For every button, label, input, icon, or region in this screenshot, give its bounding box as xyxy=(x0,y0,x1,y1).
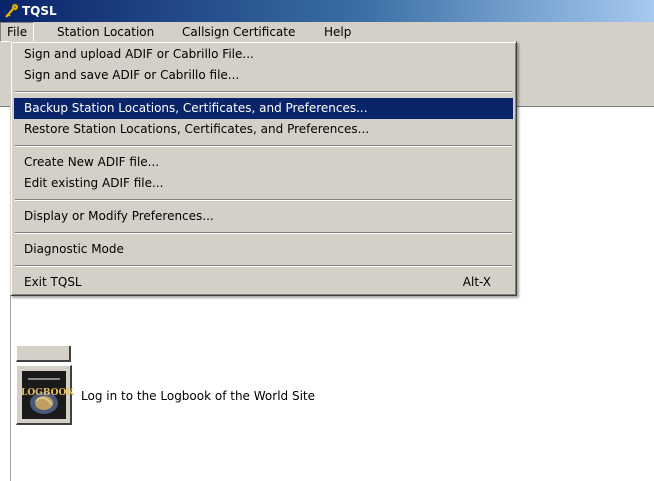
lotw-login-label: Log in to the Logbook of the World Site xyxy=(81,389,315,403)
menu-help[interactable]: Help xyxy=(318,22,357,42)
menu-item-restore[interactable]: Restore Station Locations, Certificates,… xyxy=(14,119,513,140)
menu-separator xyxy=(15,232,512,234)
logbook-logo-text: LOGBOOK xyxy=(21,388,75,398)
lotw-login-button[interactable]: LOGBOOK xyxy=(16,365,75,425)
menu-separator xyxy=(15,91,512,93)
menu-bar: File Station Location Callsign Certifica… xyxy=(0,22,654,42)
menu-item-edit-adif[interactable]: Edit existing ADIF file... xyxy=(14,173,513,194)
menu-item-sign-save[interactable]: Sign and save ADIF or Cabrillo file... xyxy=(14,65,513,86)
menu-separator xyxy=(15,199,512,201)
menu-separator xyxy=(15,145,512,147)
menu-item-exit-shortcut: Alt-X xyxy=(462,275,491,289)
menu-item-backup[interactable]: Backup Station Locations, Certificates, … xyxy=(14,98,513,119)
menu-item-preferences[interactable]: Display or Modify Preferences... xyxy=(14,206,513,227)
file-menu-dropdown: Sign and upload ADIF or Cabrillo File...… xyxy=(10,41,517,296)
action-button-partial[interactable] xyxy=(16,346,71,362)
key-icon xyxy=(5,3,19,18)
window-title: TQSL xyxy=(22,4,57,18)
menu-file[interactable]: File xyxy=(0,22,35,42)
menu-item-exit[interactable]: Exit TQSL Alt-X xyxy=(14,272,513,293)
menu-callsign-certificate[interactable]: Callsign Certificate xyxy=(176,22,301,42)
menu-item-create-adif[interactable]: Create New ADIF file... xyxy=(14,152,513,173)
menu-station-location[interactable]: Station Location xyxy=(51,22,160,42)
menu-separator xyxy=(15,265,512,267)
menu-item-sign-upload[interactable]: Sign and upload ADIF or Cabrillo File... xyxy=(14,44,513,65)
menu-item-exit-label: Exit TQSL xyxy=(24,275,82,289)
menu-item-diagnostic-mode[interactable]: Diagnostic Mode xyxy=(14,239,513,260)
title-bar: TQSL xyxy=(0,0,654,22)
